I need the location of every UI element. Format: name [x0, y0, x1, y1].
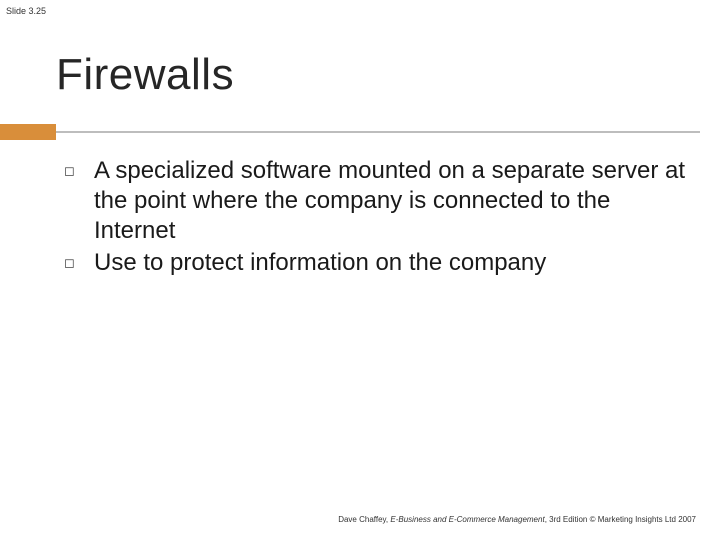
list-item: ◻ A specialized software mounted on a se…: [60, 156, 690, 246]
accent-block: [0, 124, 56, 140]
slide: Slide 3.25 Firewalls ◻ A specialized sof…: [0, 0, 720, 540]
content-area: ◻ A specialized software mounted on a se…: [60, 156, 690, 280]
bullet-text: A specialized software mounted on a sepa…: [94, 156, 690, 246]
footer-rest: , 3rd Edition © Marketing Insights Ltd 2…: [545, 515, 696, 524]
bullet-icon: ◻: [60, 248, 94, 278]
footer-book: E-Business and E-Commerce Management: [390, 515, 544, 524]
title-rule: [0, 124, 720, 140]
slide-title: Firewalls: [56, 50, 234, 100]
list-item: ◻ Use to protect information on the comp…: [60, 248, 690, 278]
footer: Dave Chaffey, E-Business and E-Commerce …: [338, 515, 696, 524]
bullet-text: Use to protect information on the compan…: [94, 248, 546, 278]
footer-author: Dave Chaffey,: [338, 515, 390, 524]
bullet-icon: ◻: [60, 156, 94, 186]
slide-number: Slide 3.25: [6, 6, 46, 16]
divider-line: [56, 131, 700, 133]
